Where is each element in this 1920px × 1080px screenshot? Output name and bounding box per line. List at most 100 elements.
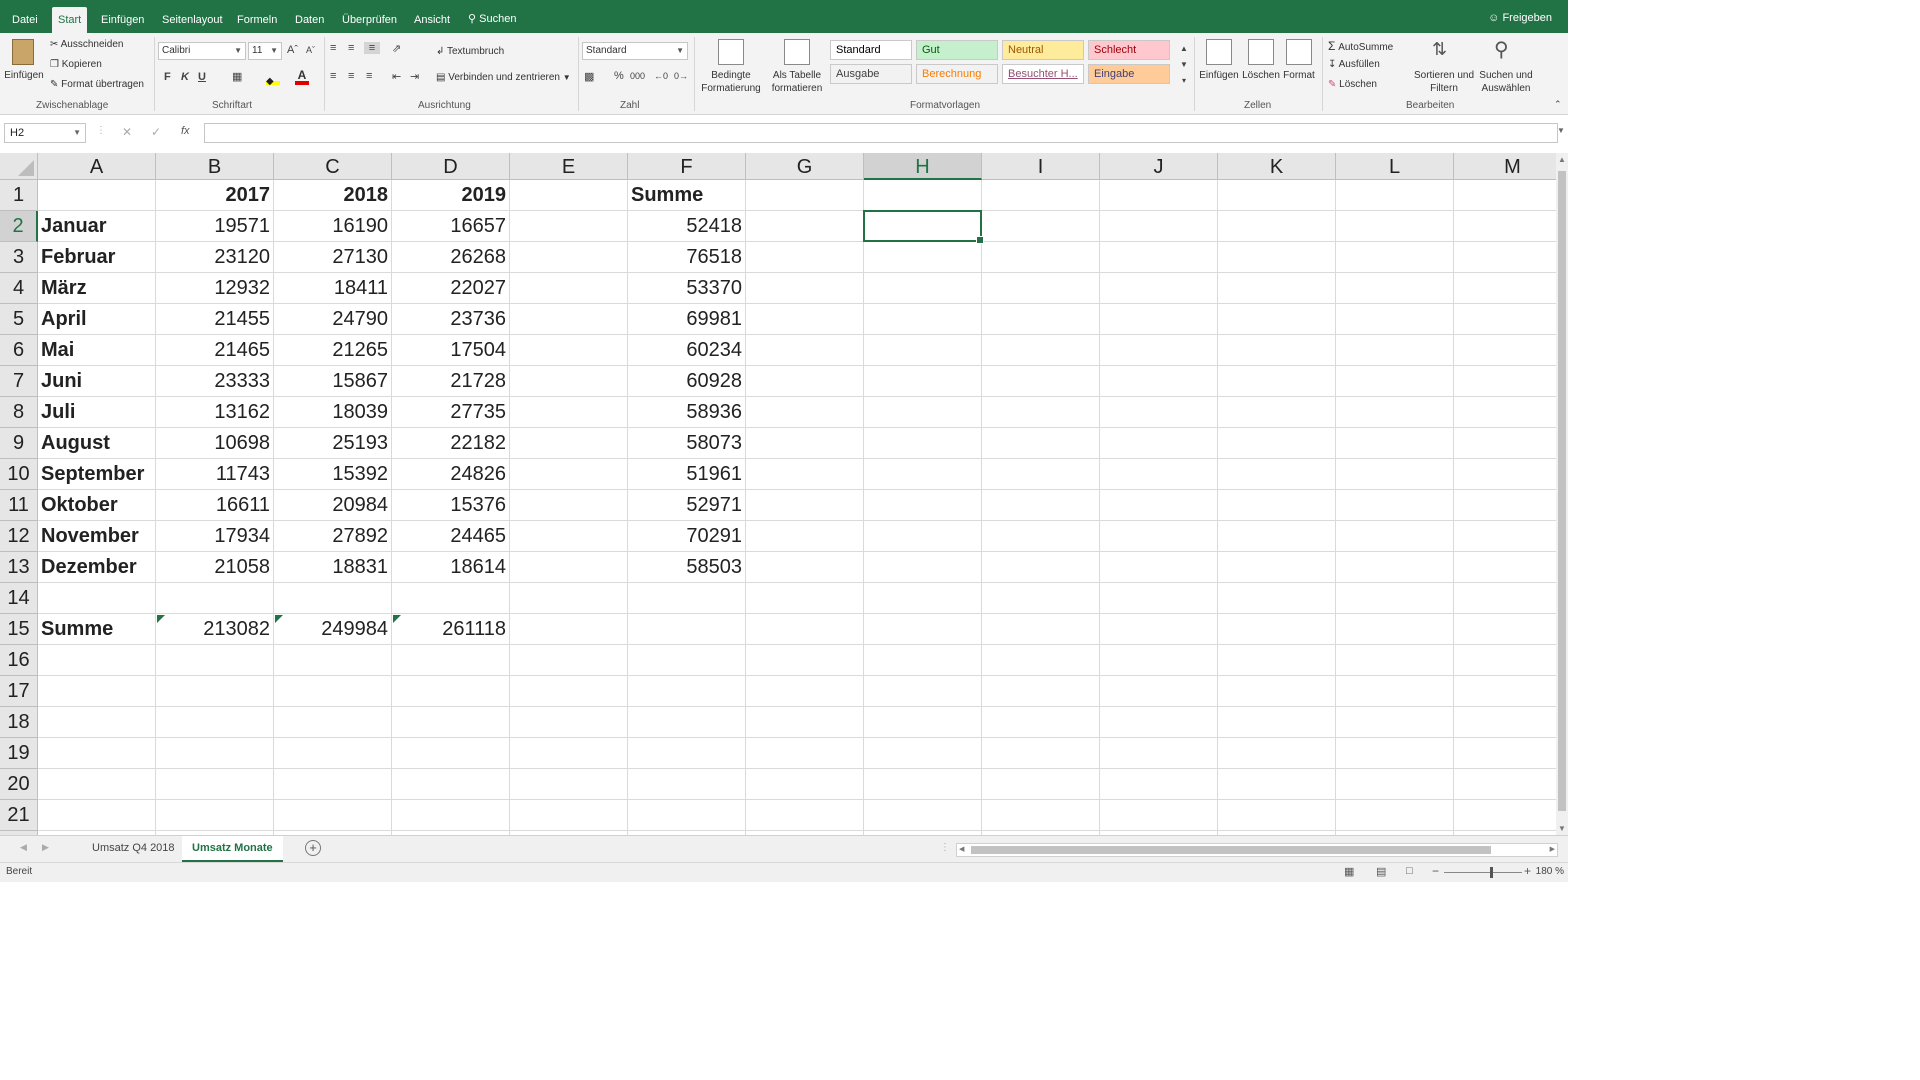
cell-m20[interactable] — [1454, 769, 1556, 800]
cell-k5[interactable] — [1218, 304, 1336, 335]
cell-d17[interactable] — [392, 676, 510, 707]
cell-i4[interactable] — [982, 273, 1100, 304]
italic-button[interactable]: K — [181, 71, 189, 83]
cell-f8[interactable]: 58936 — [628, 397, 746, 428]
share-button[interactable]: ☺ Freigeben — [1488, 12, 1552, 24]
column-header-c[interactable]: C — [274, 153, 392, 180]
cell-c9[interactable]: 25193 — [274, 428, 392, 459]
cell-b2[interactable]: 19571 — [156, 211, 274, 242]
cell-i14[interactable] — [982, 583, 1100, 614]
cell-d9[interactable]: 22182 — [392, 428, 510, 459]
cell-i5[interactable] — [982, 304, 1100, 335]
cell-i13[interactable] — [982, 552, 1100, 583]
cell-f2[interactable]: 52418 — [628, 211, 746, 242]
cell-h7[interactable] — [864, 366, 982, 397]
page-layout-icon[interactable]: ▤ — [1376, 865, 1386, 878]
row-header-21[interactable]: 21 — [0, 800, 38, 831]
cell-j15[interactable] — [1100, 614, 1218, 645]
format-cells-button[interactable]: Format — [1280, 37, 1318, 97]
row-header-7[interactable]: 7 — [0, 366, 38, 397]
cell-i11[interactable] — [982, 490, 1100, 521]
cell-a12[interactable]: November — [38, 521, 156, 552]
cell-c1[interactable]: 2018 — [274, 180, 392, 211]
row-header-15[interactable]: 15 — [0, 614, 38, 645]
font-name-dropdown[interactable]: Calibri ▼ — [158, 42, 246, 60]
cell-l12[interactable] — [1336, 521, 1454, 552]
cell-j7[interactable] — [1100, 366, 1218, 397]
ribbon-tab-datei[interactable]: Datei — [6, 0, 44, 33]
cell-i19[interactable] — [982, 738, 1100, 769]
cell-h9[interactable] — [864, 428, 982, 459]
ribbon-tab-ansicht[interactable]: Ansicht — [408, 0, 456, 33]
cell-h20[interactable] — [864, 769, 982, 800]
row-header-19[interactable]: 19 — [0, 738, 38, 769]
cell-d19[interactable] — [392, 738, 510, 769]
cell-f20[interactable] — [628, 769, 746, 800]
cell-k11[interactable] — [1218, 490, 1336, 521]
cell-a5[interactable]: April — [38, 304, 156, 335]
align-bottom-icon[interactable]: ≡ — [364, 42, 380, 54]
cell-b8[interactable]: 13162 — [156, 397, 274, 428]
cell-d8[interactable]: 27735 — [392, 397, 510, 428]
cell-i2[interactable] — [982, 211, 1100, 242]
cell-f13[interactable]: 58503 — [628, 552, 746, 583]
cell-h3[interactable] — [864, 242, 982, 273]
cell-j10[interactable] — [1100, 459, 1218, 490]
row-header-5[interactable]: 5 — [0, 304, 38, 335]
cell-e15[interactable] — [510, 614, 628, 645]
select-all-corner[interactable] — [0, 153, 38, 180]
cell-e5[interactable] — [510, 304, 628, 335]
cell-a21[interactable] — [38, 800, 156, 831]
cell-m19[interactable] — [1454, 738, 1556, 769]
cell-b20[interactable] — [156, 769, 274, 800]
cell-d18[interactable] — [392, 707, 510, 738]
cell-e7[interactable] — [510, 366, 628, 397]
column-header-g[interactable]: G — [746, 153, 864, 180]
cell-g17[interactable] — [746, 676, 864, 707]
number-format-dropdown[interactable]: Standard ▼ — [582, 42, 688, 60]
cell-j6[interactable] — [1100, 335, 1218, 366]
cell-i9[interactable] — [982, 428, 1100, 459]
cell-l13[interactable] — [1336, 552, 1454, 583]
cell-g21[interactable] — [746, 800, 864, 831]
insert-function-icon[interactable]: fx — [181, 125, 190, 137]
cell-a2[interactable]: Januar — [38, 211, 156, 242]
cell-c14[interactable] — [274, 583, 392, 614]
cell-e14[interactable] — [510, 583, 628, 614]
cell-j19[interactable] — [1100, 738, 1218, 769]
row-header-1[interactable]: 1 — [0, 180, 38, 211]
delete-cells-button[interactable]: Löschen — [1240, 37, 1282, 97]
cell-b18[interactable] — [156, 707, 274, 738]
cell-m21[interactable] — [1454, 800, 1556, 831]
cell-k8[interactable] — [1218, 397, 1336, 428]
zoom-out-icon[interactable]: − — [1432, 864, 1439, 878]
prev-sheet-icon[interactable]: ◀ — [20, 842, 27, 853]
cell-l1[interactable] — [1336, 180, 1454, 211]
cell-e3[interactable] — [510, 242, 628, 273]
cell-l11[interactable] — [1336, 490, 1454, 521]
find-select-button[interactable]: ⚲ Suchen und Auswählen — [1476, 37, 1536, 97]
border-icon[interactable]: ▦ — [232, 70, 242, 83]
ribbon-tab-start[interactable]: Start — [52, 7, 88, 33]
add-sheet-icon[interactable]: + — [305, 840, 321, 856]
cell-f15[interactable] — [628, 614, 746, 645]
row-header-18[interactable]: 18 — [0, 707, 38, 738]
cell-f1[interactable]: Summe — [628, 180, 746, 211]
cell-b3[interactable]: 23120 — [156, 242, 274, 273]
cell-e6[interactable] — [510, 335, 628, 366]
cell-i7[interactable] — [982, 366, 1100, 397]
zoom-in-icon[interactable]: + — [1524, 864, 1531, 878]
cell-j18[interactable] — [1100, 707, 1218, 738]
cell-l4[interactable] — [1336, 273, 1454, 304]
vertical-scroll-thumb[interactable] — [1558, 171, 1566, 811]
cell-a7[interactable]: Juni — [38, 366, 156, 397]
row-header-10[interactable]: 10 — [0, 459, 38, 490]
cell-j8[interactable] — [1100, 397, 1218, 428]
formula-input[interactable] — [204, 123, 1558, 143]
cell-d12[interactable]: 24465 — [392, 521, 510, 552]
cell-a15[interactable]: Summe — [38, 614, 156, 645]
percent-icon[interactable]: % — [614, 70, 624, 82]
cell-m17[interactable] — [1454, 676, 1556, 707]
cell-k10[interactable] — [1218, 459, 1336, 490]
cell-a1[interactable] — [38, 180, 156, 211]
